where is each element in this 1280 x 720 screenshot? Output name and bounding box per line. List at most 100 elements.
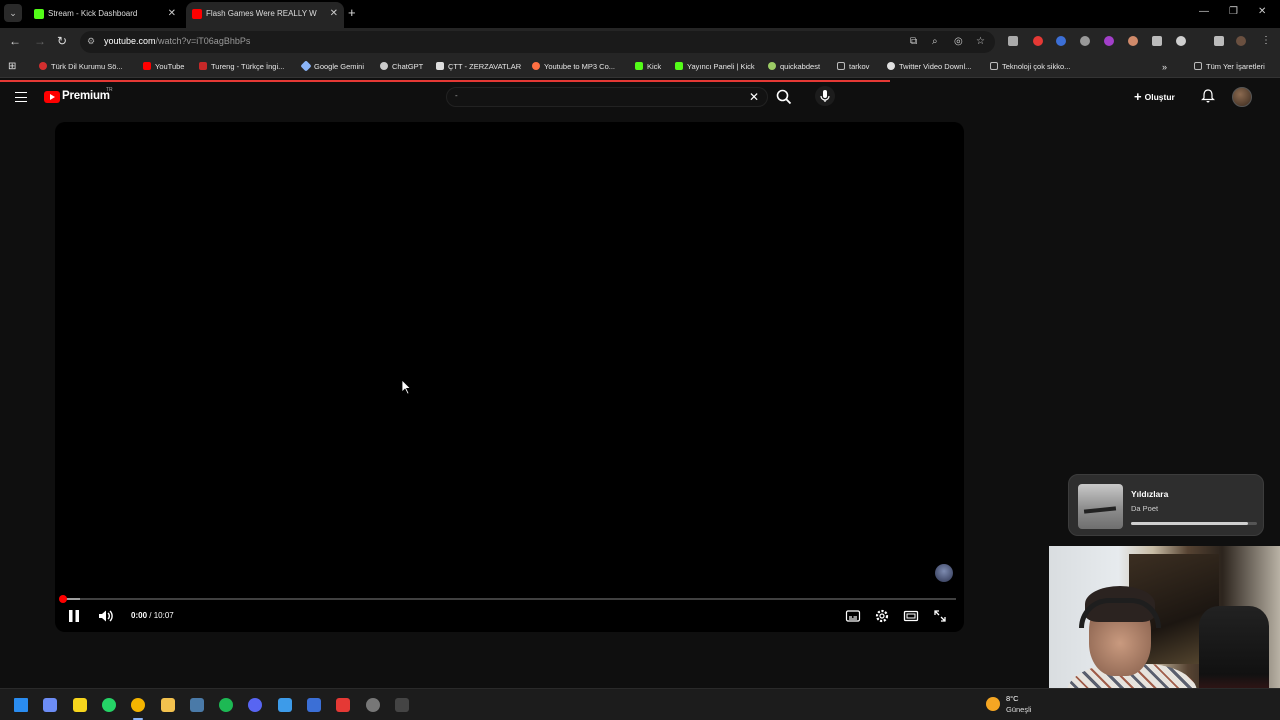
chrome-icon[interactable]: [131, 698, 145, 712]
scrubber-handle[interactable]: [59, 595, 67, 603]
extension-icon[interactable]: [1033, 36, 1043, 46]
forward-button[interactable]: →: [34, 34, 46, 48]
file-explorer-icon[interactable]: [161, 698, 175, 712]
menu-dots-icon[interactable]: ⋮: [1261, 36, 1271, 46]
apps-grid-icon[interactable]: ⊞: [8, 61, 16, 73]
weather-sun-icon[interactable]: [986, 697, 1000, 711]
bookmark-quickabdest[interactable]: quickabdest: [768, 61, 820, 73]
bookmark-star-icon[interactable]: ☆: [976, 36, 985, 47]
search-input[interactable]: - ✕: [446, 87, 768, 107]
window-close-icon[interactable]: ✕: [1258, 6, 1266, 17]
extension-icon[interactable]: [1008, 36, 1018, 46]
sticky-notes-icon[interactable]: [73, 698, 87, 712]
close-tab-icon[interactable]: ✕: [330, 2, 338, 26]
extension-icon[interactable]: [1080, 36, 1090, 46]
fullscreen-icon[interactable]: [932, 608, 948, 624]
track-progress-fill: [1131, 522, 1249, 525]
weather-temperature[interactable]: 8°C: [1006, 694, 1019, 703]
youtube-logo-icon[interactable]: [44, 91, 60, 103]
back-button[interactable]: ←: [9, 34, 21, 48]
bookmark-folder-tarkov[interactable]: tarkov: [837, 61, 869, 73]
video-player[interactable]: 0:00 / 10:07: [55, 122, 964, 632]
channel-watermark[interactable]: [935, 564, 953, 582]
app-icon[interactable]: [278, 698, 292, 712]
extension-icon[interactable]: [1104, 36, 1114, 46]
account-avatar[interactable]: [1232, 87, 1252, 107]
more-bookmarks-icon[interactable]: »: [1162, 61, 1167, 73]
theater-mode-icon[interactable]: [903, 608, 919, 624]
discord-icon[interactable]: [248, 698, 262, 712]
steam-icon[interactable]: [190, 698, 204, 712]
bookmark-tureng[interactable]: Tureng - Türkçe İngi...: [199, 61, 284, 73]
globe-icon: [768, 62, 776, 70]
plus-icon: +: [1134, 89, 1142, 104]
profile-avatar[interactable]: [1236, 36, 1246, 46]
obs-icon[interactable]: [366, 698, 380, 712]
tab-strip: ⌄ Stream - Kick Dashboard ✕ Flash Games …: [0, 0, 1280, 28]
region-code: TR: [106, 87, 113, 93]
tab-search-button[interactable]: ⌄: [4, 4, 22, 22]
volume-icon[interactable]: [97, 608, 115, 624]
kick-icon: [34, 9, 44, 19]
new-tab-button[interactable]: +: [348, 5, 356, 20]
notifications-bell-icon[interactable]: [1200, 88, 1216, 104]
bookmark-kick[interactable]: Kick: [635, 61, 661, 73]
windows-start-icon[interactable]: [14, 698, 28, 712]
extension-icon[interactable]: [1176, 36, 1186, 46]
site-info-icon[interactable]: ⚙: [87, 36, 97, 46]
zoom-icon[interactable]: ⌕: [932, 36, 938, 47]
create-button[interactable]: + Oluştur: [1134, 88, 1175, 106]
duration: 10:07: [153, 611, 174, 620]
tab-kick-dashboard[interactable]: Stream - Kick Dashboard ✕: [28, 2, 182, 28]
address-bar[interactable]: ⚙ youtube.com/watch?v=iT06agBhbPs ⧉ ⌕ ◎ …: [80, 31, 995, 53]
subtitles-icon[interactable]: [845, 608, 861, 624]
bookmark-tdk[interactable]: Türk Dil Kurumu Sö...: [39, 61, 123, 73]
bookmark-youtube[interactable]: YouTube: [143, 61, 184, 73]
weather-condition[interactable]: Güneşli: [1006, 705, 1031, 714]
side-panel-icon[interactable]: [1214, 36, 1224, 46]
clear-search-icon[interactable]: ✕: [749, 90, 759, 104]
terminal-icon[interactable]: [395, 698, 409, 712]
pause-icon[interactable]: [67, 608, 81, 624]
reload-button[interactable]: ↻: [57, 34, 67, 48]
tab-title: Stream - Kick Dashboard: [48, 9, 138, 18]
notion-icon: [436, 62, 444, 70]
extensions-puzzle-icon[interactable]: [1152, 36, 1162, 46]
bookmark-mp3[interactable]: Youtube to MP3 Co...: [532, 61, 615, 73]
guide-menu-icon[interactable]: [15, 92, 27, 102]
close-tab-icon[interactable]: ✕: [168, 2, 176, 26]
search-icon[interactable]: [774, 88, 794, 106]
tab-youtube-video[interactable]: Flash Games Were REALLY W ✕: [186, 2, 344, 28]
track-artist: Da Poet: [1131, 504, 1159, 513]
acrobat-icon[interactable]: [336, 698, 350, 712]
restore-icon[interactable]: ❐: [1229, 6, 1238, 17]
album-art: [1078, 484, 1123, 529]
mail-icon[interactable]: [307, 698, 321, 712]
settings-gear-icon[interactable]: [874, 608, 890, 624]
all-bookmarks-folder[interactable]: Tüm Yer İşaretleri: [1194, 61, 1265, 73]
bookmark-gemini[interactable]: Google Gemini: [300, 60, 364, 73]
bookmark-chatgpt[interactable]: ChatGPT: [380, 61, 423, 73]
tracking-off-icon[interactable]: ◎: [954, 36, 963, 47]
bookmark-kick-panel[interactable]: Yayıncı Paneli | Kick: [675, 61, 755, 73]
copilot-icon[interactable]: [43, 698, 57, 712]
chatgpt-icon: [380, 62, 388, 70]
now-playing-widget[interactable]: Yıldızlara Da Poet: [1068, 474, 1264, 536]
bookmark-twitter-downloader[interactable]: Twitter Video Downl...: [887, 61, 971, 73]
globe-icon: [887, 62, 895, 70]
bookmark-ctt[interactable]: ÇTT - ZERZAVATLAR: [436, 61, 521, 73]
whatsapp-icon[interactable]: [102, 698, 116, 712]
voice-search-icon[interactable]: [815, 86, 835, 106]
extension-icon[interactable]: [1056, 36, 1066, 46]
taskbar: [0, 688, 1280, 720]
youtube-icon: [192, 9, 202, 19]
minimize-icon[interactable]: —: [1199, 6, 1209, 17]
extension-icon[interactable]: [1128, 36, 1138, 46]
youtube-icon: [143, 62, 151, 70]
spotify-icon[interactable]: [219, 698, 233, 712]
youtube-premium-label[interactable]: Premium: [62, 90, 110, 102]
track-progress-bar: [1131, 522, 1257, 525]
install-icon[interactable]: ⧉: [910, 36, 917, 47]
bookmark-folder-teknoloji[interactable]: Teknoloji çok sikko...: [990, 61, 1070, 73]
video-progress-bar[interactable]: [59, 595, 956, 603]
